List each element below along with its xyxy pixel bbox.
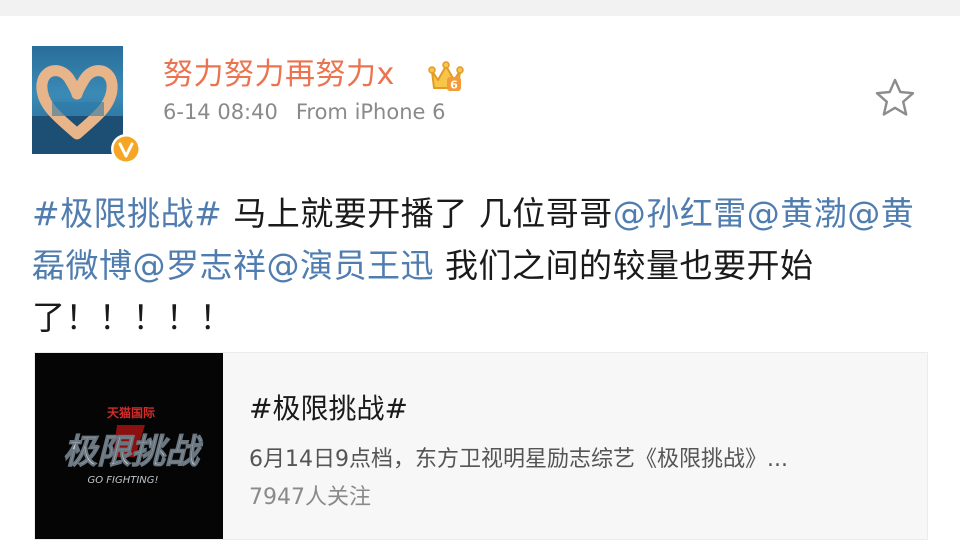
post-time[interactable]: 6-14 08:40 — [163, 100, 278, 124]
post-content: #极限挑战# 马上就要开播了 几位哥哥@孙红雷@黄渤@黄磊微博@罗志祥@演员王迅… — [32, 188, 922, 344]
crown-icon[interactable]: 6 — [428, 58, 464, 94]
mention-link[interactable]: @罗志祥 — [133, 246, 267, 285]
mention-link[interactable]: @孙红雷 — [613, 194, 747, 233]
username[interactable]: 努力努力再努力x — [163, 49, 395, 93]
post-text-part: 马上就要开播了 几位哥哥 — [222, 194, 613, 233]
verified-v-icon — [111, 134, 141, 164]
thumb-sub-text: GO FIGHTING! — [87, 475, 158, 486]
share-card-followers: 7947人关注 — [249, 485, 371, 510]
user-avatar[interactable] — [32, 46, 141, 164]
thumb-logo-text: 极限挑战 — [63, 432, 203, 472]
weibo-post-card: 努力努力再努力x 6 6-14 08:40 From iPhone 6 #极限挑战… — [0, 16, 960, 549]
post-source: From iPhone 6 — [295, 100, 446, 124]
thumb-sponsor-text: 天猫国际 — [107, 405, 155, 420]
share-card-title: #极限挑战# — [249, 392, 408, 425]
mention-link[interactable]: @黄渤 — [747, 194, 848, 233]
star-icon[interactable] — [873, 76, 917, 120]
topic-link[interactable]: #极限挑战# — [32, 194, 222, 233]
show-logo-thumbnail-icon: 天猫国际 极限挑战 GO FIGHTING! — [35, 353, 223, 539]
mention-link[interactable]: @演员王迅 — [267, 246, 435, 285]
share-card-description: 6月14日9点档，东方卫视明星励志综艺《极限挑战》... — [249, 447, 788, 472]
post-meta: 6-14 08:40 From iPhone 6 — [163, 100, 445, 124]
topic-share-card[interactable]: 天猫国际 极限挑战 GO FIGHTING! #极限挑战# 6月14日9点档，东… — [34, 352, 928, 540]
svg-text:6: 6 — [450, 79, 458, 92]
